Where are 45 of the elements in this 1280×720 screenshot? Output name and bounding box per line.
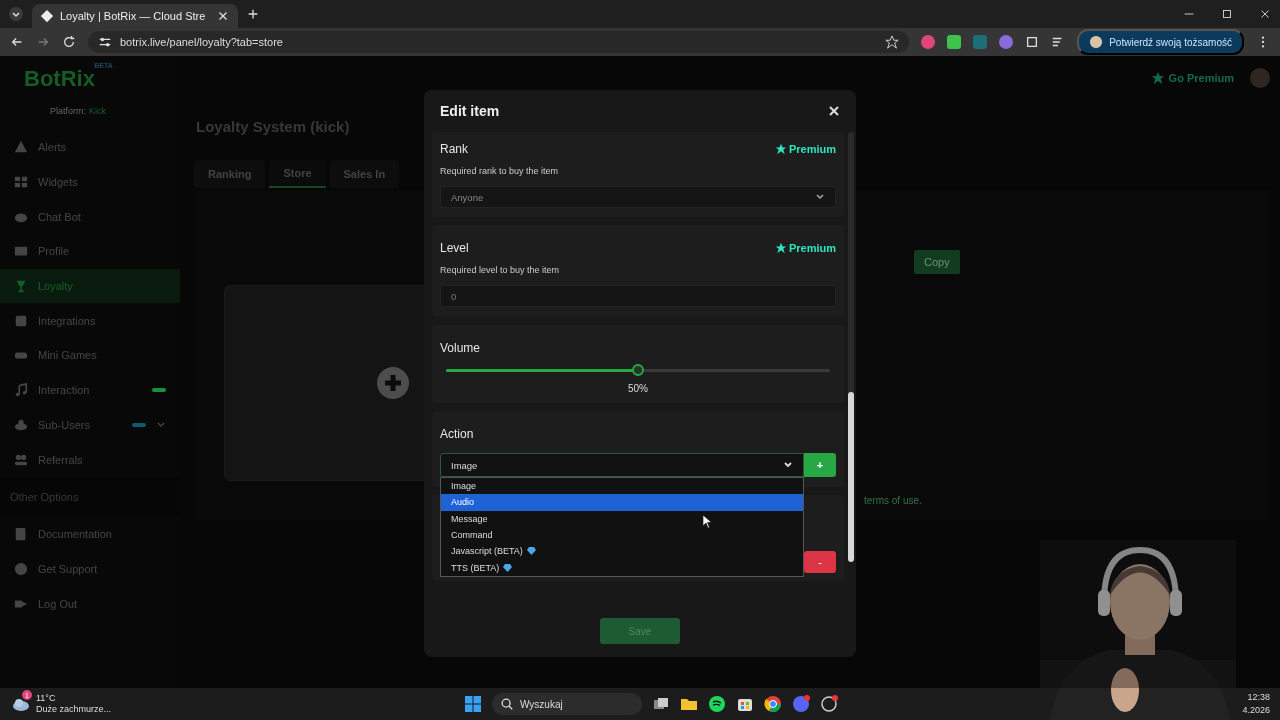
sidebar-item[interactable]: Documentation — [0, 516, 180, 552]
platform-label: Platform: — [50, 106, 86, 116]
rank-select[interactable]: Anyone — [440, 186, 836, 208]
search-field[interactable]: Wyszukaj — [492, 693, 642, 715]
dialog-title: Edit item — [440, 103, 500, 119]
dropdown-option[interactable]: Command — [441, 526, 803, 544]
sidebar-item[interactable]: Mini Games — [0, 338, 180, 373]
sidebar-item[interactable]: Chat Bot — [0, 199, 180, 235]
sidebar-item[interactable]: Alerts — [0, 130, 180, 165]
dropdown-option[interactable]: Audio — [441, 494, 803, 511]
dropdown-option[interactable]: Image — [441, 478, 803, 495]
field-description: Required level to buy the item — [440, 265, 561, 275]
action-select[interactable]: Image — [440, 453, 804, 477]
go-premium-button[interactable]: Go Premium — [1144, 70, 1240, 86]
sidebar-item[interactable]: Widgets — [0, 164, 180, 200]
sidebar-item[interactable]: Referrals — [0, 442, 180, 477]
section-title: Action — [440, 427, 474, 441]
dropdown-option[interactable]: TTS (BETA) — [441, 559, 803, 576]
clock-date: 4.2026 — [1242, 704, 1270, 717]
add-button[interactable]: + — [804, 453, 836, 477]
sidebar-item[interactable]: Interaction — [0, 372, 180, 408]
section-title: Volume — [440, 341, 481, 355]
sidebar-item[interactable]: Integrations — [0, 303, 180, 339]
level-field[interactable]: 0 — [440, 285, 836, 307]
section-title: Level — [440, 241, 469, 255]
terms-link[interactable]: terms of use. — [864, 495, 922, 506]
clock-time: 12:38 — [1246, 691, 1270, 704]
sidebar-item[interactable]: Loyalty — [0, 268, 180, 304]
address-bar[interactable]: botrix.live/panel/loyalty?tab=store — [88, 31, 910, 53]
verify-identity-button[interactable]: Potwierdź swoją tożsamość — [1077, 29, 1244, 55]
remove-button[interactable]: - — [804, 551, 836, 573]
dropdown-option[interactable]: Message — [441, 510, 803, 527]
browser-tab[interactable]: Loyalty | BotRix — Cloud Stre — [32, 4, 238, 28]
premium-label: Premium — [774, 242, 836, 254]
copy-button[interactable]: Copy — [914, 250, 960, 274]
dropdown-option[interactable]: Javascript (BETA) — [441, 543, 803, 560]
volume-reading: 50% — [627, 383, 649, 394]
sidebar-item[interactable]: Profile — [0, 234, 180, 269]
field-description: Required rank to buy the item — [440, 166, 560, 176]
sidebar-item[interactable]: Log Out — [0, 586, 180, 621]
sidebar-item[interactable]: Sub-Users — [0, 407, 180, 443]
premium-label: Premium — [774, 143, 836, 155]
section-title: Rank — [440, 142, 468, 156]
platform-value: Kick — [89, 106, 107, 116]
sidebar-item[interactable]: Get Support — [0, 551, 180, 587]
